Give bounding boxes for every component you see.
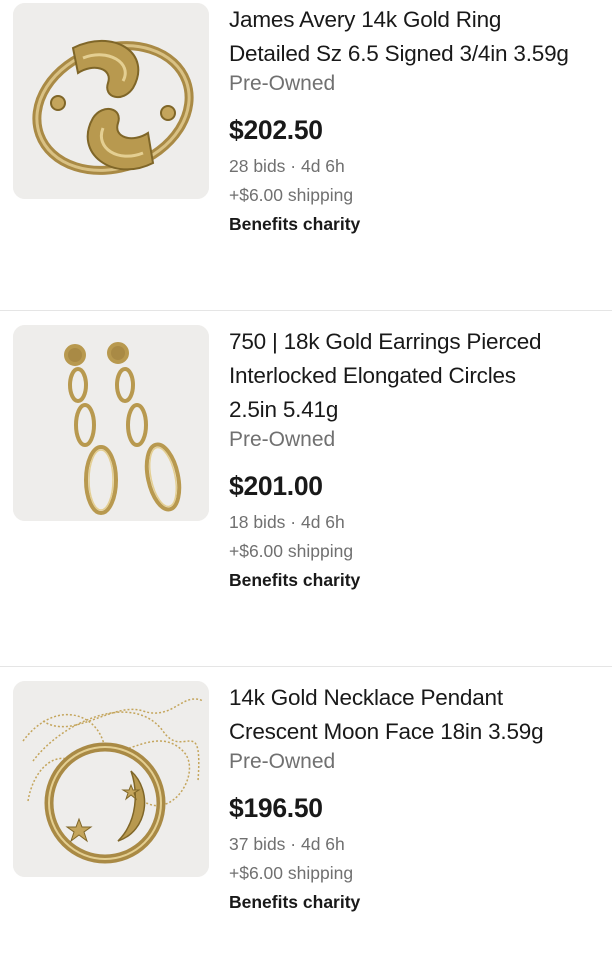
listing-condition: Pre-Owned: [229, 750, 336, 773]
gold-ring-photo[interactable]: [13, 3, 209, 199]
listing-details: James Avery 14k Gold Ring Detailed Sz 6.5…: [229, 3, 612, 239]
shipping-cost: +$6.00 shipping: [229, 541, 354, 561]
gold-necklace-photo[interactable]: [13, 681, 209, 877]
listing-condition: Pre-Owned: [229, 72, 336, 95]
bids-time-left: 28 bids · 4d 6h: [229, 156, 345, 176]
listing-details: 750 | 18k Gold Earrings Pierced Interlock…: [229, 325, 612, 595]
listing-price: $196.50: [229, 793, 323, 823]
listing-item[interactable]: James Avery 14k Gold Ring Detailed Sz 6.5…: [0, 3, 612, 293]
listing-item[interactable]: 750 | 18k Gold Earrings Pierced Interlock…: [0, 325, 612, 645]
bids-time-left: 18 bids · 4d 6h: [229, 512, 345, 532]
listing-divider: [0, 666, 612, 667]
listing-item[interactable]: 14k Gold Necklace Pendant Crescent Moon F…: [0, 681, 612, 960]
listing-title[interactable]: 14k Gold Necklace Pendant Crescent Moon F…: [229, 681, 612, 749]
shipping-cost: +$6.00 shipping: [229, 185, 354, 205]
listing-condition: Pre-Owned: [229, 428, 336, 451]
charity-badge: Benefits charity: [229, 570, 361, 590]
listing-title[interactable]: 750 | 18k Gold Earrings Pierced Interlock…: [229, 325, 612, 427]
listing-price: $202.50: [229, 115, 323, 145]
listing-details: 14k Gold Necklace Pendant Crescent Moon F…: [229, 681, 612, 917]
charity-badge: Benefits charity: [229, 214, 361, 234]
listing-divider: [0, 310, 612, 311]
gold-earrings-photo[interactable]: [13, 325, 209, 521]
bids-time-left: 37 bids · 4d 6h: [229, 834, 345, 854]
charity-badge: Benefits charity: [229, 892, 361, 912]
listing-title[interactable]: James Avery 14k Gold Ring Detailed Sz 6.5…: [229, 3, 612, 71]
shipping-cost: +$6.00 shipping: [229, 863, 354, 883]
listing-price: $201.00: [229, 471, 323, 501]
